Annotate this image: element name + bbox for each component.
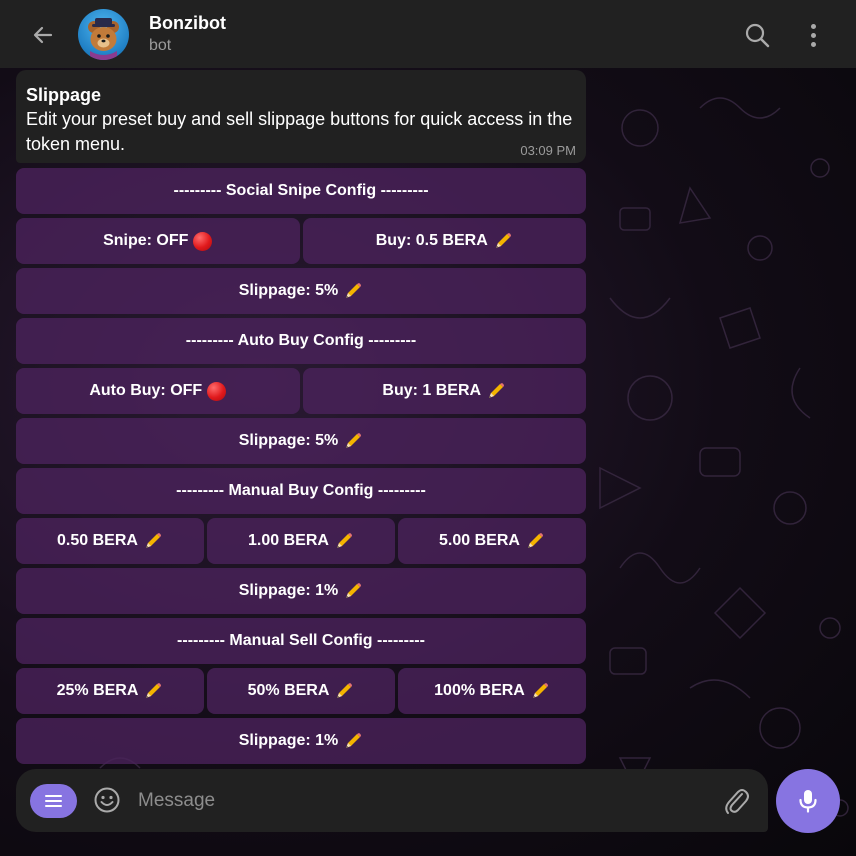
- search-icon: [745, 23, 770, 48]
- keyboard-row: --------- Manual Buy Config ---------: [16, 468, 586, 514]
- red-circle-icon: [207, 381, 227, 401]
- pencil-icon: [343, 731, 363, 751]
- message-text: Edit your preset buy and sell slippage b…: [26, 109, 573, 154]
- pencil-icon: [334, 531, 354, 551]
- manual-sell-slippage-button[interactable]: Slippage: 1%: [16, 718, 586, 764]
- keyboard-row: 0.50 BERA 1.00 BERA 5.00 BERA: [16, 518, 586, 564]
- message-composer: [16, 769, 768, 832]
- manual-sell-config-header-button[interactable]: --------- Manual Sell Config ---------: [16, 618, 586, 664]
- chat-subtitle: bot: [149, 37, 172, 54]
- chat-title[interactable]: Bonzibot: [149, 13, 226, 34]
- chat-header: Bonzibot bot: [0, 0, 856, 68]
- bot-menu-button[interactable]: [30, 784, 77, 818]
- more-button[interactable]: [800, 20, 826, 50]
- auto-buy-config-header-button[interactable]: --------- Auto Buy Config ---------: [16, 318, 586, 364]
- social-snipe-toggle-button[interactable]: Snipe: OFF: [16, 218, 300, 264]
- message-time: 03:09 PM: [520, 143, 576, 158]
- emoji-button[interactable]: [92, 785, 122, 815]
- pencil-icon: [493, 231, 513, 251]
- manual-sell-preset-3-button[interactable]: 100% BERA: [398, 668, 586, 714]
- pencil-icon: [530, 681, 550, 701]
- keyboard-row: Snipe: OFF Buy: 0.5 BERA: [16, 218, 586, 264]
- pencil-icon: [525, 531, 545, 551]
- attach-button[interactable]: [721, 784, 751, 818]
- message-bubble: Slippage Edit your preset buy and sell s…: [16, 70, 586, 163]
- pencil-icon: [143, 681, 163, 701]
- manual-buy-slippage-button[interactable]: Slippage: 1%: [16, 568, 586, 614]
- smiley-icon: [94, 787, 120, 813]
- more-vertical-icon: [810, 23, 816, 29]
- paperclip-icon: [725, 789, 749, 814]
- social-buy-amount-button[interactable]: Buy: 0.5 BERA: [302, 218, 586, 264]
- manual-buy-preset-2-button[interactable]: 1.00 BERA: [207, 518, 395, 564]
- pencil-icon: [486, 381, 506, 401]
- keyboard-row: Slippage: 1%: [16, 568, 586, 614]
- auto-buy-toggle-button[interactable]: Auto Buy: OFF: [16, 368, 300, 414]
- pencil-icon: [343, 281, 363, 301]
- back-button[interactable]: [24, 18, 62, 52]
- menu-icon: [45, 795, 62, 797]
- pencil-icon: [343, 581, 363, 601]
- manual-buy-preset-3-button[interactable]: 5.00 BERA: [398, 518, 586, 564]
- manual-buy-preset-1-button[interactable]: 0.50 BERA: [16, 518, 204, 564]
- social-snipe-config-header-button[interactable]: --------- Social Snipe Config ---------: [16, 168, 586, 214]
- microphone-button[interactable]: [776, 769, 840, 833]
- bear-avatar-icon: [88, 18, 119, 60]
- keyboard-row: --------- Manual Sell Config ---------: [16, 618, 586, 664]
- manual-sell-preset-1-button[interactable]: 25% BERA: [16, 668, 204, 714]
- keyboard-row: 25% BERA 50% BERA 100% BERA: [16, 668, 586, 714]
- avatar[interactable]: [78, 9, 129, 60]
- auto-slippage-button[interactable]: Slippage: 5%: [16, 418, 586, 464]
- keyboard-row: Slippage: 1%: [16, 718, 586, 764]
- keyboard-row: Auto Buy: OFF Buy: 1 BERA: [16, 368, 586, 414]
- arrow-left-icon: [33, 26, 53, 44]
- message-title: Slippage: [26, 85, 102, 105]
- social-slippage-button[interactable]: Slippage: 5%: [16, 268, 586, 314]
- microphone-icon: [799, 790, 817, 813]
- message-input[interactable]: [138, 783, 698, 819]
- manual-buy-config-header-button[interactable]: --------- Manual Buy Config ---------: [16, 468, 586, 514]
- pencil-icon: [143, 531, 163, 551]
- keyboard-row: --------- Social Snipe Config ---------: [16, 168, 586, 214]
- manual-sell-preset-2-button[interactable]: 50% BERA: [207, 668, 395, 714]
- auto-buy-amount-button[interactable]: Buy: 1 BERA: [302, 368, 586, 414]
- pencil-icon: [343, 431, 363, 451]
- red-circle-icon: [193, 231, 213, 251]
- search-button[interactable]: [742, 20, 772, 50]
- pencil-icon: [334, 681, 354, 701]
- keyboard-row: Slippage: 5%: [16, 268, 586, 314]
- keyboard-row: Slippage: 5%: [16, 418, 586, 464]
- keyboard-row: --------- Auto Buy Config ---------: [16, 318, 586, 364]
